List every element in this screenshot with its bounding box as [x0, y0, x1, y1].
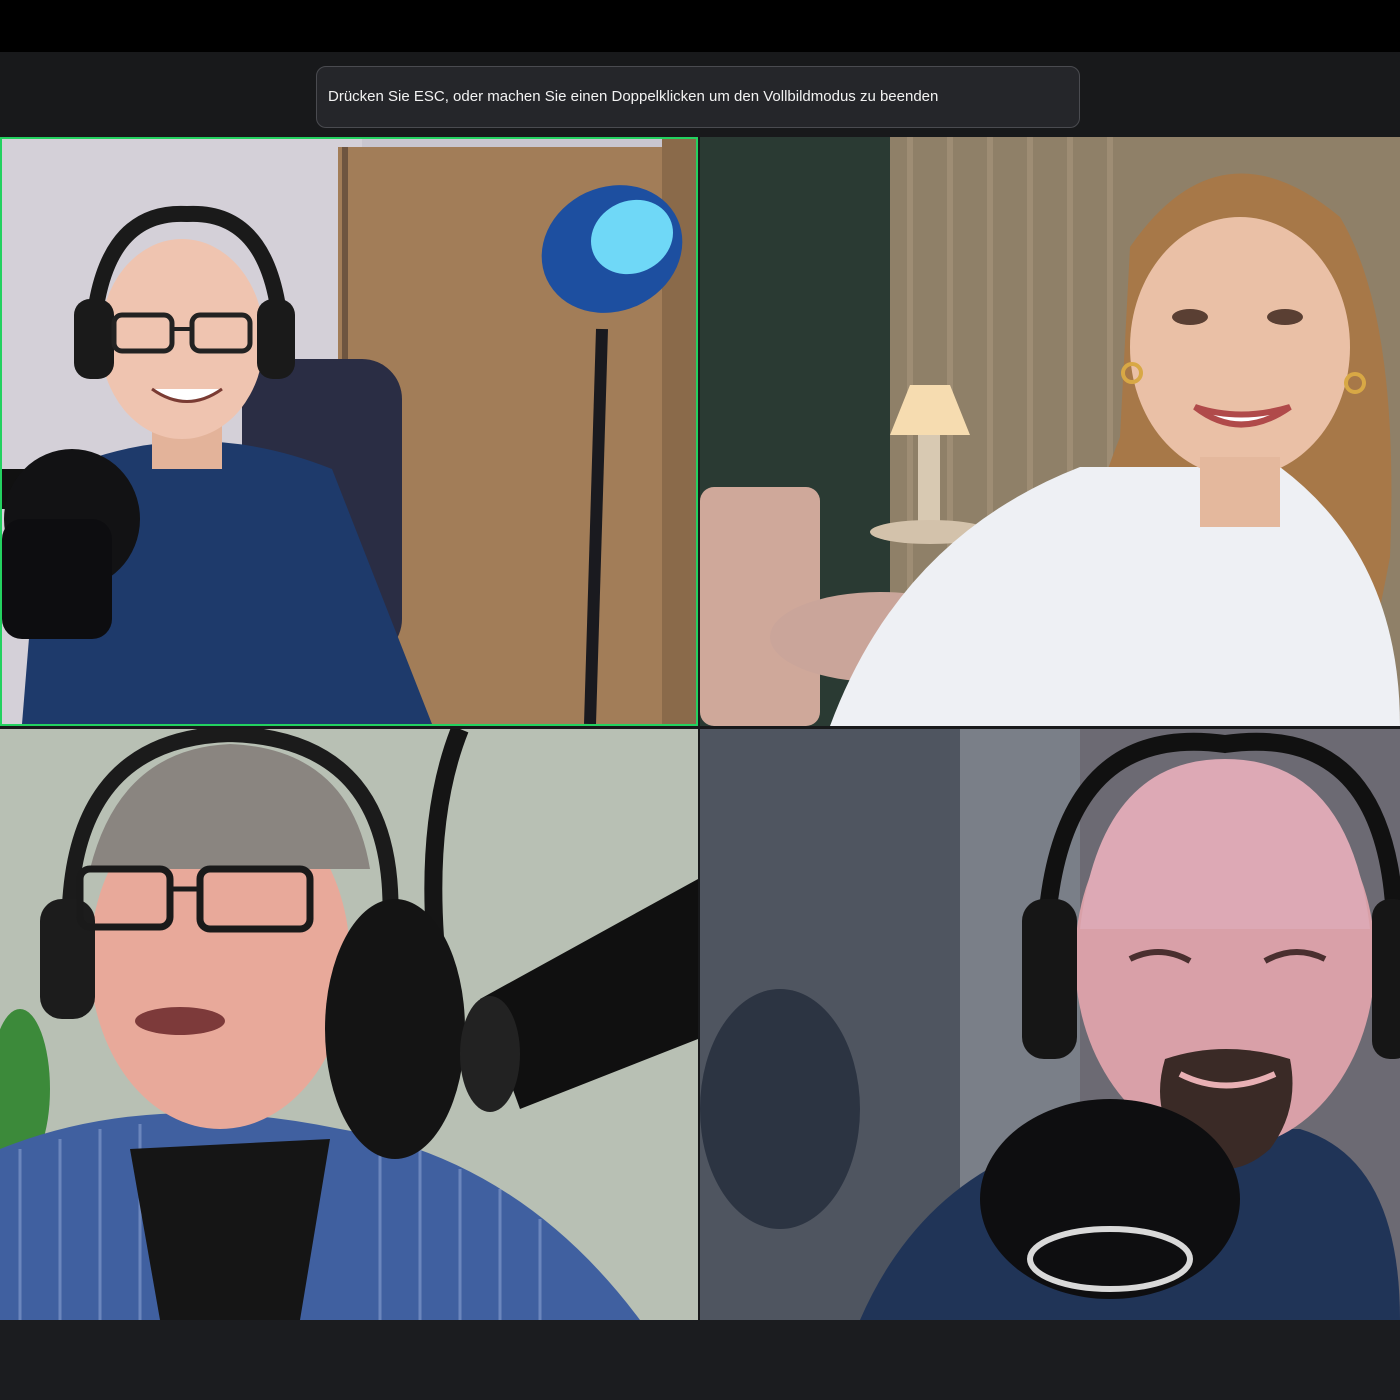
video-feed — [0, 729, 698, 1320]
top-bar — [0, 0, 1400, 52]
bottom-bar — [0, 1320, 1400, 1400]
video-feed — [700, 137, 1400, 726]
video-tile-bottom-left[interactable] — [0, 729, 698, 1320]
video-feed — [2, 139, 696, 724]
video-tile-bottom-right[interactable] — [700, 729, 1400, 1320]
fullscreen-exit-notice: Drücken Sie ESC, oder machen Sie einen D… — [316, 66, 1080, 128]
video-tile-top-left[interactable] — [0, 137, 698, 726]
video-tile-top-right[interactable] — [700, 137, 1400, 726]
video-feed — [700, 729, 1400, 1320]
